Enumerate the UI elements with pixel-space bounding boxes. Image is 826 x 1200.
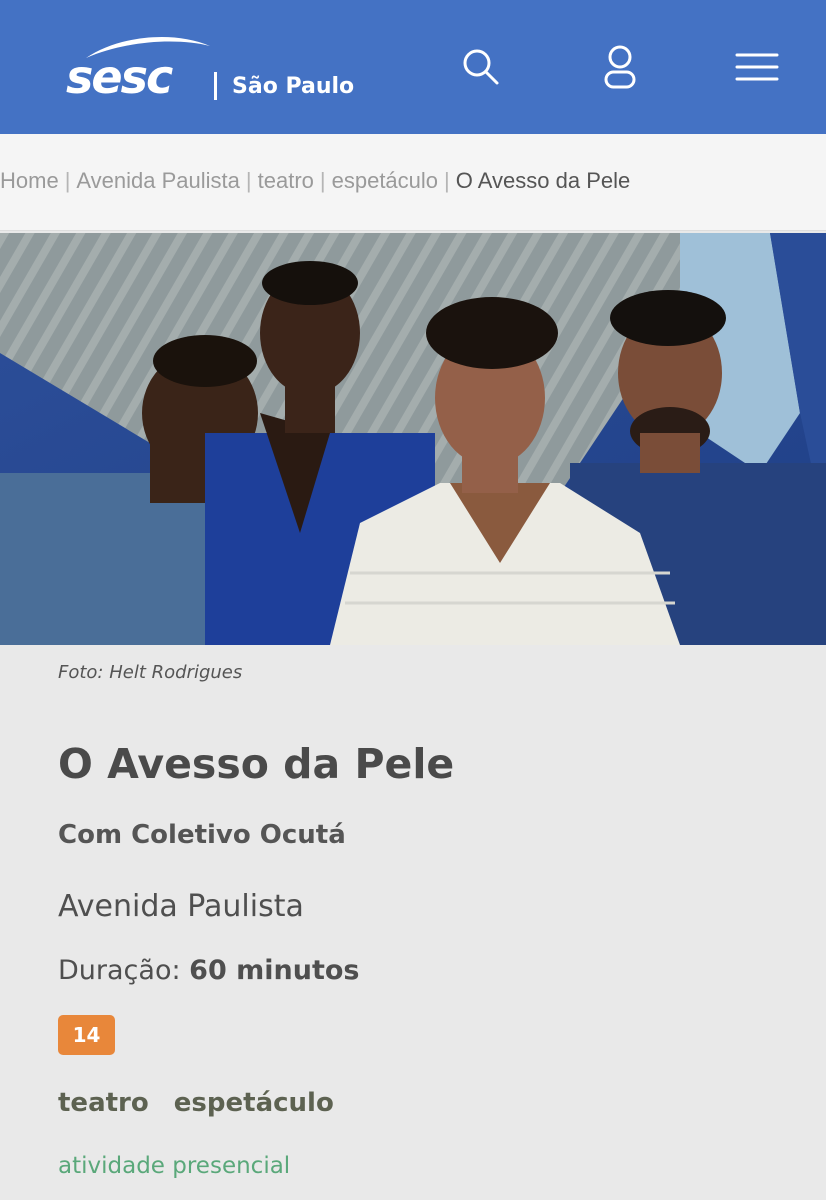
hamburger-menu-icon: [735, 53, 779, 81]
menu-button[interactable]: [732, 40, 782, 94]
breadcrumb-separator: |: [319, 168, 326, 193]
breadcrumb: Home | Avenida Paulista | teatro | espetáculo |…: [0, 168, 630, 194]
user-icon: [604, 45, 636, 89]
attendance-mode: atividade presencial: [58, 1153, 291, 1179]
event-subtitle: Com Coletivo Ocutá: [58, 820, 346, 850]
tag-teatro[interactable]: teatro: [58, 1088, 149, 1118]
breadcrumb-unit[interactable]: Avenida Paulista: [76, 168, 240, 193]
event-duration: Duração: 60 minutos: [58, 955, 360, 986]
breadcrumb-type[interactable]: espetáculo: [332, 168, 438, 193]
breadcrumb-separator: |: [444, 168, 450, 193]
logo-wordmark: sesc: [66, 50, 173, 104]
breadcrumb-separator: |: [64, 168, 71, 193]
event-photo-illustration: [0, 233, 826, 645]
breadcrumb-separator: |: [245, 168, 252, 193]
search-button[interactable]: [455, 40, 505, 94]
account-button[interactable]: [595, 40, 645, 94]
duration-label: Duração:: [58, 955, 181, 986]
event-venue: Avenida Paulista: [58, 889, 304, 924]
search-icon: [463, 49, 499, 85]
tag-espetaculo[interactable]: espetáculo: [174, 1088, 334, 1118]
photo-credit: Foto: Helt Rodrigues: [58, 662, 243, 683]
age-rating-badge: 14: [58, 1015, 115, 1055]
event-tags: teatro espetáculo: [58, 1088, 350, 1118]
logo-divider: [214, 72, 217, 100]
sesc-logo[interactable]: sesc: [66, 32, 210, 104]
breadcrumb-current: O Avesso da Pele: [455, 168, 631, 193]
event-photo: [0, 233, 826, 645]
event-title: O Avesso da Pele: [58, 740, 455, 788]
breadcrumb-category[interactable]: teatro: [258, 168, 314, 193]
duration-value: 60 minutos: [189, 955, 360, 986]
logo-city: São Paulo: [232, 74, 355, 99]
site-header: sesc São Paulo: [0, 0, 826, 134]
breadcrumb-home[interactable]: Home: [0, 168, 59, 193]
